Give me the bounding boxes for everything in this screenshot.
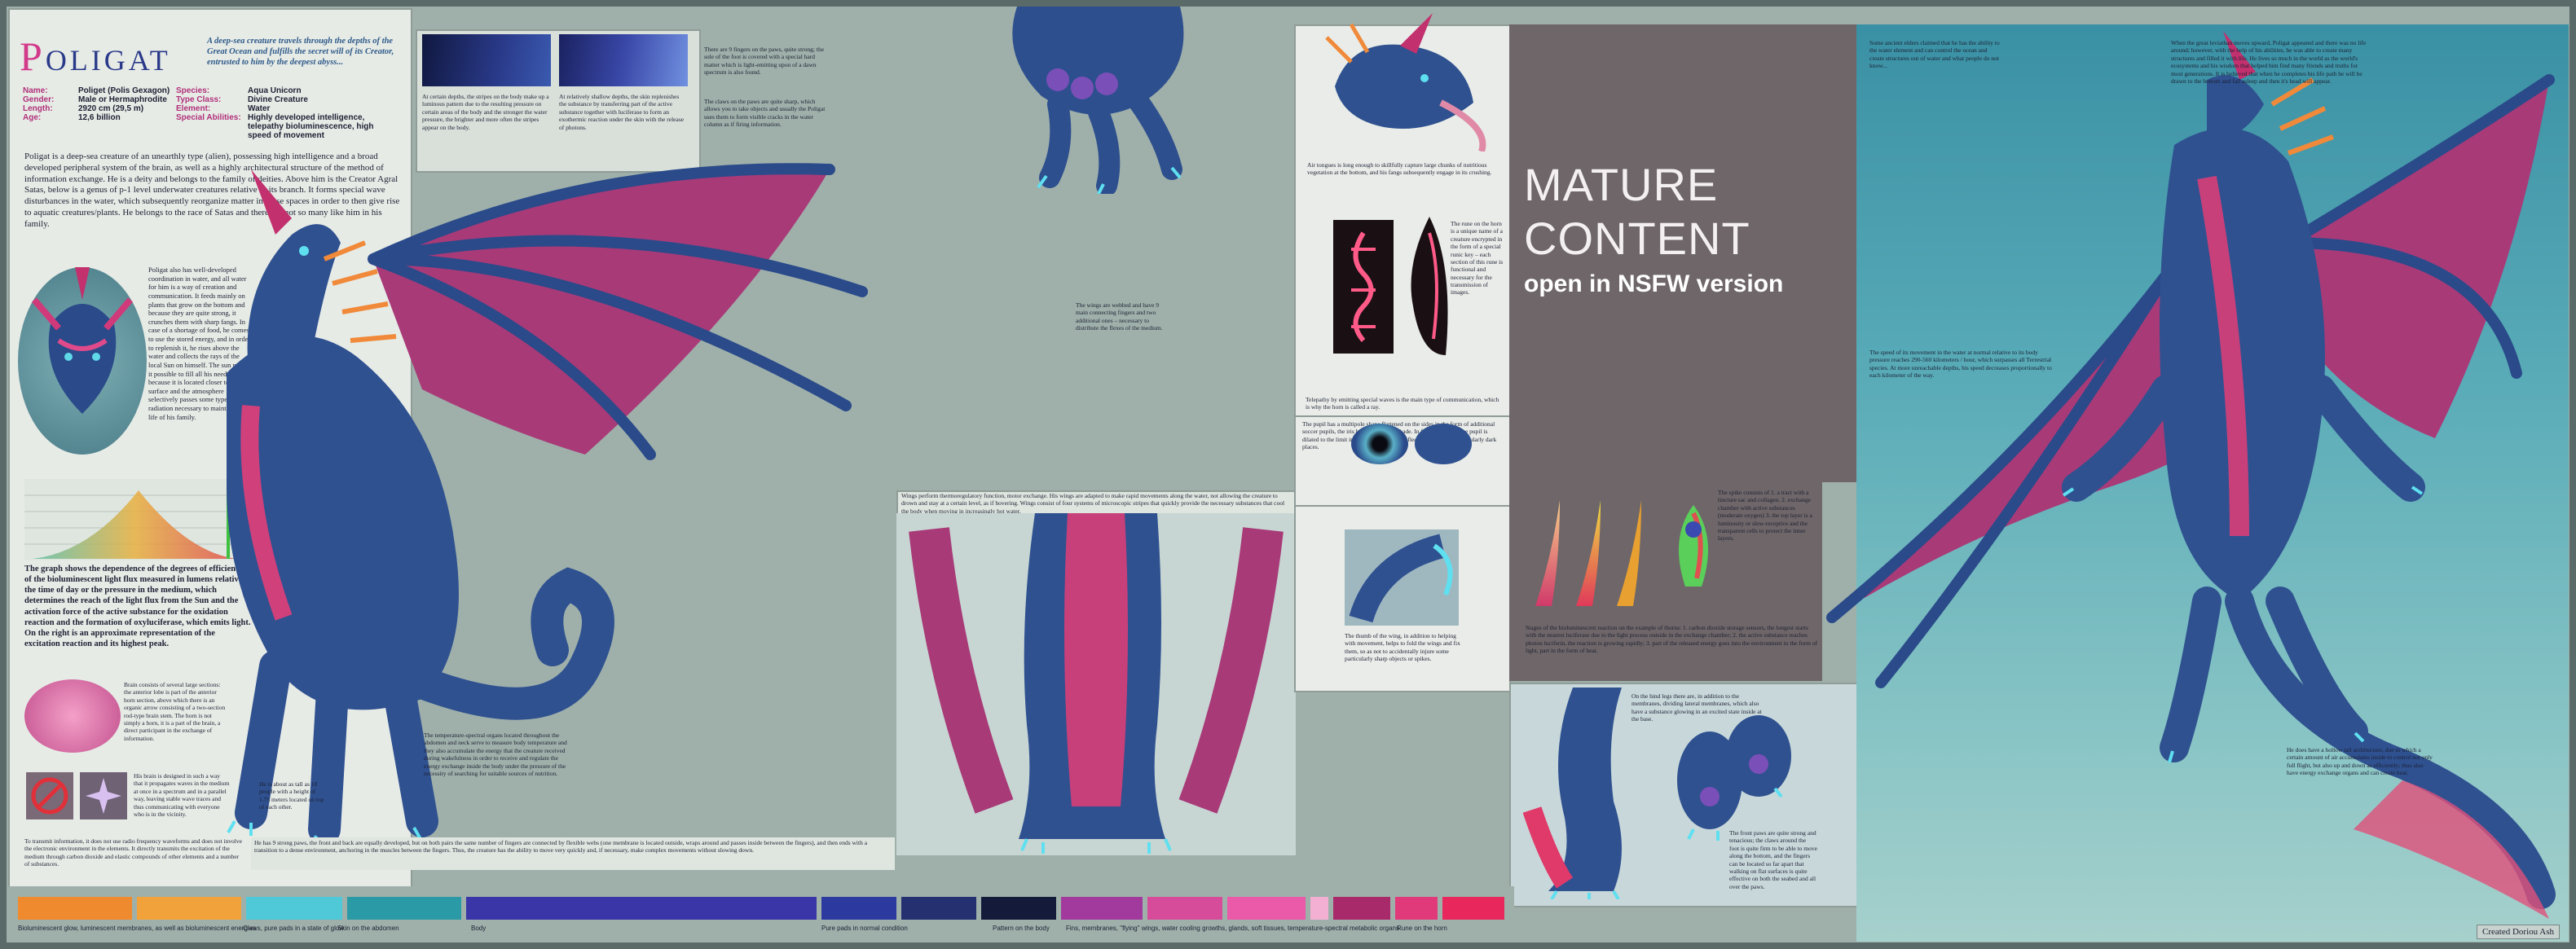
right-note-1: Some ancient elders claimed that he has … — [1869, 39, 2000, 70]
color-swatch — [18, 897, 132, 920]
legs-description: He has 9 strong paws, the front and back… — [254, 839, 868, 855]
tail-note: He does have a hollow tail architecture,… — [2287, 746, 2433, 777]
stat-row: Name: Poliget (Polis Gexagon) — [23, 86, 194, 95]
palette-label: Claws, pure pads in a state of glow — [243, 925, 345, 932]
stat-key: Special Abilities: — [176, 113, 241, 122]
stat-row: Species: Aqua Unicorn — [176, 86, 404, 95]
color-swatch — [1061, 897, 1143, 920]
stripes-sample-1 — [422, 34, 551, 86]
stat-value: Aqua Unicorn — [248, 86, 302, 95]
stats-right: Species: Aqua Unicorn Type Class: Divine C… — [176, 86, 404, 140]
mature-line-1: MATURE — [1524, 159, 1719, 210]
temperature-note: The temperature-spectral organs located … — [424, 732, 567, 777]
bioluminescence-stages-note: Stages of the bioluminescent reaction on… — [1526, 624, 1818, 655]
stat-key: Length: — [23, 104, 53, 113]
stat-row: Gender: Male or Hermaphrodite — [23, 95, 194, 104]
stripes-note-1: At certain depths, the stripes on the bo… — [422, 93, 549, 131]
palette-label: Fins, membranes, "flying" wings, water c… — [1066, 925, 1399, 932]
color-swatch — [1310, 897, 1328, 920]
spike-cross-section-illustration — [1679, 505, 1708, 587]
thumb-claw-illustration — [1349, 534, 1453, 623]
title-rest: OLIGAT — [45, 44, 171, 77]
no-radio-icon-glyph — [31, 777, 68, 815]
color-swatch — [347, 897, 461, 920]
stat-key: Type Class: — [176, 95, 222, 104]
palette-label: Bioluminescent glow, luminescent membran… — [18, 925, 257, 932]
wings-long-text: Wings perform thermoregulatory function,… — [901, 492, 1285, 515]
color-swatch — [981, 897, 1056, 920]
rune-note: The rune on the horn is a unique name of… — [1451, 220, 1504, 297]
stat-key: Age: — [23, 113, 42, 122]
stat-value: 2920 cm (29,5 m) — [78, 104, 144, 113]
stat-value: 12,6 billion — [78, 113, 121, 122]
stat-row: Element: Water — [176, 104, 404, 113]
paw-illustration-top — [1012, 7, 1184, 194]
stripes-note-2: At relatively shallow depths, the skin r… — [559, 93, 685, 131]
paw-note-2: The claws on the paws are quite sharp, w… — [704, 98, 826, 129]
right-note-2: When the great leviathan moves upward, P… — [2171, 39, 2367, 85]
eye-open-illustration — [1351, 424, 1408, 464]
stripes-sample-2 — [559, 34, 688, 86]
speed-note: The speed of its movement in the water a… — [1869, 349, 2052, 380]
palette-label: Rune on the horn — [1397, 925, 1447, 932]
palette-label: Pure pads in normal condition — [821, 925, 908, 932]
signature: Created Doriou Ash — [2477, 925, 2560, 939]
brain-illustration — [24, 679, 121, 753]
color-swatch — [1333, 897, 1390, 920]
palette-label: Pattern on the body — [993, 925, 1050, 932]
stat-key: Gender: — [23, 95, 55, 104]
stat-row: Special Abilities: Highly developed intel… — [176, 113, 404, 140]
stat-key: Element: — [176, 104, 211, 113]
horn-illustration — [1411, 217, 1448, 355]
color-swatch — [1227, 897, 1306, 920]
stat-value: Water — [248, 104, 271, 113]
tagline: A deep-sea creature travels through the … — [207, 37, 394, 68]
head-front-illustration — [1325, 13, 1486, 152]
stats-left: Name: Poliget (Polis Gexagon) Gender: Male… — [23, 86, 194, 122]
color-swatch — [137, 897, 241, 920]
title: POLIGAT — [20, 33, 171, 80]
mature-line-2: CONTENT — [1524, 213, 1750, 264]
color-swatch — [246, 897, 342, 920]
reference-sheet: POLIGAT A deep-sea creature travels thro… — [7, 7, 2569, 942]
hind-legs-note: On the hind legs there are, in addition … — [1631, 692, 1762, 723]
stat-row: Age: 12,6 billion — [23, 113, 194, 122]
wings-note: The wings are webbed and have 9 main con… — [1076, 301, 1163, 332]
thumb-note: The thumb of the wing, in addition to he… — [1345, 632, 1460, 663]
stat-key: Name: — [23, 86, 48, 95]
front-paw-illustration — [1677, 715, 1791, 841]
rune-glyph — [1351, 231, 1376, 342]
mature-line-3: open in NSFW version — [1524, 270, 1784, 297]
color-swatch — [1395, 897, 1438, 920]
stat-value: Highly developed intelligence, telepathy… — [248, 113, 374, 140]
color-swatch — [1442, 897, 1504, 920]
color-swatch — [1147, 897, 1222, 920]
front-view-illustration — [909, 513, 1284, 854]
stat-key: Species: — [176, 86, 210, 95]
stat-row: Type Class: Divine Creature — [176, 95, 404, 104]
head-portrait-illustration — [31, 267, 134, 414]
stat-value: Poliget (Polis Gexagon) — [78, 86, 170, 95]
head-note: Air tongues is long enough to skillfully… — [1307, 161, 1492, 177]
palette-label: Body — [471, 925, 487, 932]
height-comparison-note: He is about as tall as 18 people with a … — [259, 780, 324, 811]
paw-note: There are 9 fingers on the paws, quite s… — [704, 46, 825, 77]
palette-label: Skin on the abdomen — [337, 925, 399, 932]
stat-value: Male or Hermaphrodite — [78, 95, 167, 104]
flying-dragon-illustration — [1826, 31, 2556, 919]
wave-star-icon-glyph — [86, 778, 121, 814]
spikes-illustration — [1535, 500, 1641, 606]
telepathy-note: Telepathy by emitting special waves is t… — [1306, 396, 1499, 411]
stat-value: Divine Creature — [248, 95, 308, 104]
color-swatch — [901, 897, 976, 920]
color-swatch — [821, 897, 896, 920]
eye-closed-illustration — [1415, 424, 1472, 464]
stat-row: Length: 2920 cm (29,5 m) — [23, 104, 194, 113]
title-initial: P — [20, 33, 46, 79]
color-swatch — [466, 897, 817, 920]
